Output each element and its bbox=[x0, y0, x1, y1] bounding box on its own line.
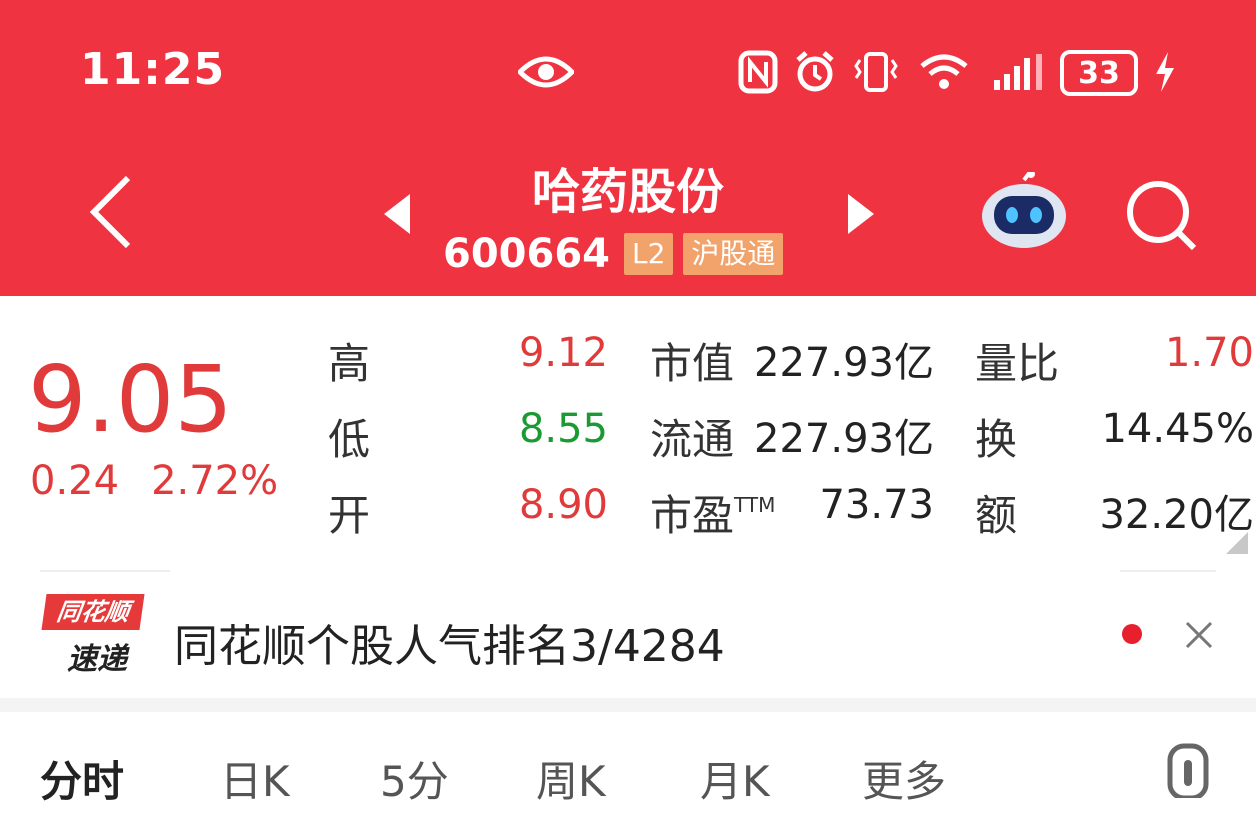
change-percent: 2.72% bbox=[151, 458, 279, 504]
turnover-value: 14.45% bbox=[1101, 406, 1254, 452]
volume-ratio-value: 1.70 bbox=[1164, 330, 1254, 376]
wifi-icon bbox=[918, 52, 970, 96]
open-label: 开 bbox=[328, 491, 371, 540]
unread-dot bbox=[1122, 624, 1142, 644]
change-value: 0.24 bbox=[30, 458, 120, 504]
tab-weekly-k[interactable]: 周K bbox=[536, 748, 606, 809]
section-gap bbox=[0, 698, 1256, 712]
float-cap-value: 227.93亿 bbox=[754, 416, 934, 462]
news-text: 同花顺个股人气排名3/4284 bbox=[174, 621, 725, 672]
eye-icon bbox=[516, 54, 576, 94]
connect-badge: 沪股通 bbox=[683, 233, 784, 275]
market-cap-label: 市值 bbox=[650, 339, 735, 388]
search-icon[interactable] bbox=[1126, 180, 1198, 256]
next-stock-button[interactable] bbox=[846, 192, 876, 240]
signal-icon bbox=[992, 52, 1046, 96]
pe-ttm-superscript: TTM bbox=[734, 493, 776, 517]
price-change: 0.24 2.72% bbox=[30, 458, 278, 504]
expand-corner-icon[interactable] bbox=[1226, 532, 1248, 558]
quote-panel: 9.05 0.24 2.72% 高 9.12 市值 227.93亿 量比 1.7… bbox=[0, 296, 1256, 556]
tab-monthly-k[interactable]: 月K bbox=[700, 748, 770, 809]
vibrate-icon bbox=[852, 50, 900, 98]
battery-icon: 33 bbox=[1060, 50, 1138, 96]
charging-icon bbox=[1152, 50, 1178, 98]
ths-express-logo: 同花顺 速递 bbox=[41, 594, 145, 677]
pe-label-text: 市盈 bbox=[650, 491, 735, 540]
tab-more[interactable]: 更多 bbox=[862, 748, 946, 809]
current-price: 9.05 bbox=[28, 346, 233, 453]
logo-bottom-text: 速递 bbox=[67, 642, 127, 677]
divider bbox=[1120, 570, 1216, 572]
high-value: 9.12 bbox=[518, 330, 608, 376]
open-value: 8.90 bbox=[518, 482, 608, 528]
stock-code-row: 600664 L2 沪股通 bbox=[443, 228, 784, 280]
status-time: 11:25 bbox=[80, 44, 226, 95]
pe-label: 市盈TTM bbox=[650, 482, 775, 543]
alarm-icon bbox=[794, 50, 836, 98]
close-icon[interactable] bbox=[1184, 620, 1214, 654]
level2-badge: L2 bbox=[624, 233, 674, 275]
tab-intraday[interactable]: 分时 bbox=[40, 748, 124, 809]
pe-value: 73.73 bbox=[819, 482, 934, 528]
divider bbox=[40, 570, 170, 572]
tab-5min[interactable]: 5分 bbox=[380, 748, 449, 809]
robot-assistant-icon[interactable] bbox=[978, 170, 1070, 256]
high-label: 高 bbox=[328, 339, 371, 388]
chart-tabs: 分时 日K 5分 周K 月K 更多 bbox=[0, 712, 1256, 813]
float-cap-label: 流通 bbox=[650, 415, 735, 464]
logo-top-text: 同花顺 bbox=[41, 594, 145, 630]
landscape-toggle-icon[interactable] bbox=[1164, 742, 1212, 802]
turnover-label: 换 bbox=[975, 415, 1018, 464]
stock-code: 600664 bbox=[443, 231, 610, 277]
low-label: 低 bbox=[328, 415, 371, 464]
low-value: 8.55 bbox=[518, 406, 608, 452]
amount-label: 额 bbox=[975, 491, 1018, 540]
tab-daily-k[interactable]: 日K bbox=[220, 748, 290, 809]
app-header: 11:25 33 哈药股份 600664 L2 沪股通 bbox=[0, 0, 1256, 296]
battery-level: 33 bbox=[1078, 55, 1120, 91]
nfc-icon bbox=[738, 50, 778, 98]
amount-value: 32.20亿 bbox=[1099, 492, 1254, 538]
market-cap-value: 227.93亿 bbox=[754, 340, 934, 386]
news-banner[interactable]: 同花顺 速递 同花顺个股人气排名3/4284 bbox=[0, 574, 1256, 698]
volume-ratio-label: 量比 bbox=[975, 339, 1060, 388]
